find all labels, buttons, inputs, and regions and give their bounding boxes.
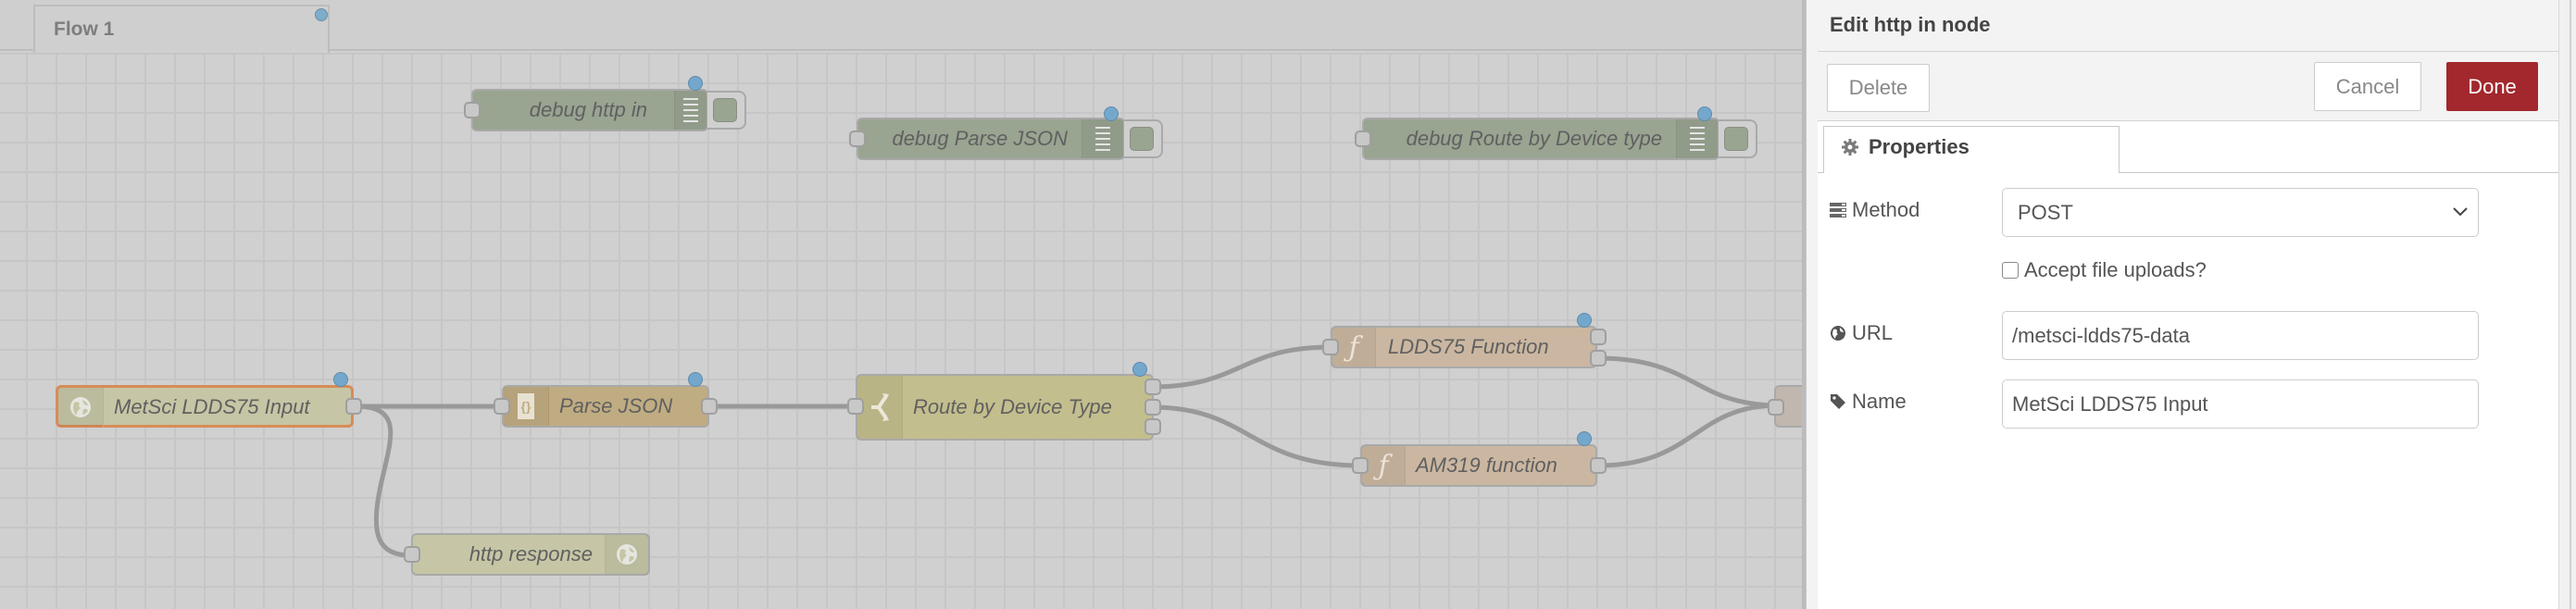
node-parse-json[interactable]: {} Parse JSON xyxy=(502,385,709,428)
node-debug-parse-json[interactable]: debug Parse JSON xyxy=(857,118,1125,160)
globe-icon-area xyxy=(605,535,648,574)
changed-indicator xyxy=(688,372,703,387)
name-label-text: Name xyxy=(1852,390,1907,413)
name-label: Name xyxy=(1830,390,1907,414)
wire-input-to-response[interactable] xyxy=(355,404,411,558)
globe-icon xyxy=(70,397,91,417)
changed-indicator xyxy=(1697,106,1712,121)
function-icon-area: ƒ xyxy=(1332,328,1376,367)
accept-uploads-row: Accept file uploads? xyxy=(2002,258,2207,282)
changed-indicator xyxy=(688,76,703,91)
edit-node-panel: Edit http in node Delete Cancel Done Pro… xyxy=(1806,0,2558,609)
output-port-2[interactable] xyxy=(1590,350,1607,367)
scrollbar[interactable] xyxy=(2558,0,2576,609)
node-debug-route[interactable]: debug Route by Device type xyxy=(1362,118,1719,160)
list-icon xyxy=(683,98,698,122)
debug-icon-area xyxy=(674,91,707,130)
accept-uploads-label: Accept file uploads? xyxy=(2024,258,2207,281)
chevron-down-icon xyxy=(2453,207,2468,217)
wires-layer xyxy=(355,344,1779,558)
changed-indicator xyxy=(1104,106,1119,121)
input-port[interactable] xyxy=(847,398,864,415)
node-label: MetSci LDDS75 Input xyxy=(114,395,310,418)
delete-button[interactable]: Delete xyxy=(1827,64,1930,112)
cancel-button[interactable]: Cancel xyxy=(2314,62,2421,111)
tasks-icon xyxy=(1830,203,1846,218)
node-ldds75-function[interactable]: ƒ LDDS75 Function xyxy=(1331,326,1597,368)
list-icon xyxy=(1095,127,1110,151)
method-label-text: Method xyxy=(1852,198,1920,221)
input-port[interactable] xyxy=(1352,457,1369,474)
url-input[interactable] xyxy=(2002,311,2479,360)
node-label: AM319 function xyxy=(1416,454,1557,477)
divider xyxy=(1818,51,2558,52)
tab-label: Properties xyxy=(1869,135,1970,158)
gear-icon xyxy=(1841,138,1859,161)
json-icon-area: {} xyxy=(504,387,549,426)
url-label: URL xyxy=(1830,321,1893,345)
output-port-1[interactable] xyxy=(1144,379,1161,395)
switch-icon xyxy=(871,393,889,421)
debug-toggle-button[interactable] xyxy=(1719,119,1757,158)
node-label: LDDS75 Function xyxy=(1388,335,1549,358)
method-select[interactable]: POST xyxy=(2002,188,2479,237)
globe-icon xyxy=(1831,326,1845,341)
changed-indicator xyxy=(333,372,348,387)
function-icon: ƒ xyxy=(1378,449,1389,482)
output-port[interactable] xyxy=(345,398,362,415)
input-port[interactable] xyxy=(1322,339,1339,355)
node-http-response[interactable]: http response xyxy=(411,533,650,576)
node-http-in[interactable]: MetSci LDDS75 Input xyxy=(56,385,354,428)
output-port-1[interactable] xyxy=(1590,329,1607,345)
wire-route-to-ldds75[interactable] xyxy=(1151,344,1332,390)
input-port[interactable] xyxy=(494,398,510,415)
node-label: http response xyxy=(469,542,593,566)
switch-icon-area xyxy=(857,376,903,439)
wire-ldds75-to-next[interactable] xyxy=(1597,355,1779,408)
input-port[interactable] xyxy=(1768,399,1784,416)
accept-uploads-checkbox[interactable] xyxy=(2002,262,2019,279)
list-icon xyxy=(1690,127,1705,151)
wire-route-to-am319[interactable] xyxy=(1151,404,1361,468)
changed-indicator xyxy=(1577,431,1592,446)
debug-toggle-button[interactable] xyxy=(1124,119,1163,158)
globe-icon xyxy=(617,544,637,565)
wire-am319-to-next[interactable] xyxy=(1597,403,1779,468)
method-value: POST xyxy=(2018,201,2073,224)
node-am319-function[interactable]: ƒ AM319 function xyxy=(1360,444,1597,487)
node-route-by-device-type[interactable]: Route by Device Type xyxy=(856,374,1154,441)
input-port[interactable] xyxy=(404,546,420,563)
input-port[interactable] xyxy=(849,130,866,147)
function-icon-area: ƒ xyxy=(1362,446,1406,485)
output-port[interactable] xyxy=(1590,457,1607,474)
method-label: Method xyxy=(1830,198,1919,222)
changed-indicator xyxy=(1577,313,1592,328)
input-port[interactable] xyxy=(1355,130,1371,147)
node-label: Parse JSON xyxy=(559,394,673,417)
output-port-3[interactable] xyxy=(1144,418,1161,435)
output-port-2[interactable] xyxy=(1144,399,1161,416)
globe-icon-area xyxy=(58,388,104,427)
debug-toggle-button[interactable] xyxy=(707,91,746,130)
tab-properties[interactable]: Properties xyxy=(1823,126,2120,173)
node-label: debug Parse JSON xyxy=(892,127,1068,150)
tag-icon xyxy=(1831,394,1845,409)
url-label-text: URL xyxy=(1852,321,1894,344)
node-label: Route by Device Type xyxy=(913,395,1112,418)
panel-title: Edit http in node xyxy=(1830,13,1991,36)
done-button[interactable]: Done xyxy=(2446,62,2538,111)
node-label: debug Route by Device type xyxy=(1406,127,1662,150)
json-file-icon: {} xyxy=(518,393,534,419)
changed-indicator xyxy=(1132,362,1147,377)
output-port[interactable] xyxy=(701,398,718,415)
name-input[interactable] xyxy=(2002,379,2479,429)
node-label: debug http in xyxy=(529,98,647,121)
debug-icon-area xyxy=(1676,119,1718,158)
node-debug-http-in[interactable]: debug http in xyxy=(471,89,708,131)
input-port[interactable] xyxy=(464,102,481,118)
debug-icon-area xyxy=(1082,119,1123,158)
function-icon: ƒ xyxy=(1348,330,1359,364)
